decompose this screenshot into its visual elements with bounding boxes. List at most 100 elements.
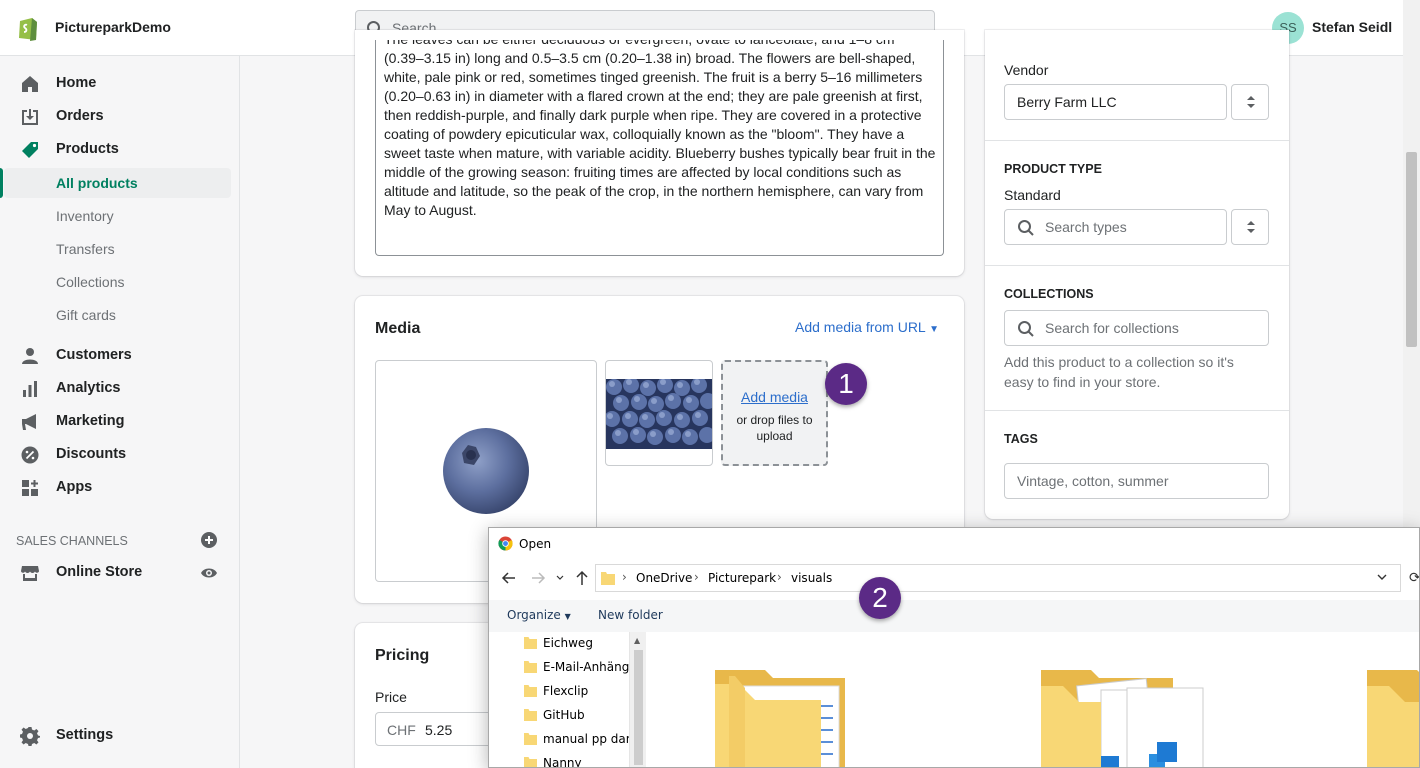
organize-label: Organize	[507, 608, 561, 622]
tag-icon	[22, 142, 38, 158]
large-folder-icon[interactable]	[715, 666, 867, 768]
folder-icon	[601, 572, 615, 585]
product-type-search-input[interactable]: Search types	[1004, 209, 1227, 245]
sidebar-item-label: Home	[56, 75, 97, 91]
vendor-select-button[interactable]	[1231, 84, 1269, 120]
forward-arrow-icon[interactable]	[529, 569, 547, 587]
divider	[985, 140, 1289, 141]
address-dropdown-icon[interactable]	[1376, 570, 1388, 584]
product-type-placeholder: Search types	[1045, 219, 1127, 235]
sidebar-subitem-all-products[interactable]: All products	[4, 168, 231, 198]
new-folder-button[interactable]: New folder	[598, 608, 663, 622]
price-value: 5.25	[425, 722, 453, 738]
sidebar-subitem-collections[interactable]: Collections	[0, 267, 232, 297]
add-media-link[interactable]: Add media	[723, 389, 826, 405]
divider	[985, 410, 1289, 411]
collections-help-text: Add this product to a collection so it's…	[1004, 354, 1234, 390]
folder-icon	[524, 709, 537, 721]
step-badge-2: 2	[859, 577, 901, 619]
vendor-input[interactable]: Berry Farm LLC	[1004, 84, 1227, 120]
breadcrumb-onedrive[interactable]: OneDrive	[636, 571, 692, 585]
sidebar-item-label: Settings	[56, 727, 114, 743]
blueberries-thumbnail-image	[606, 379, 712, 449]
megaphone-icon	[22, 414, 36, 430]
orders-icon	[22, 109, 38, 125]
home-icon	[22, 76, 38, 92]
breadcrumb-picturepark[interactable]: Picturepark	[708, 571, 776, 585]
shopify-logo-icon[interactable]	[16, 14, 40, 42]
scrollbar-thumb[interactable]	[1406, 152, 1417, 347]
product-type-heading: PRODUCT TYPE	[1004, 162, 1102, 176]
sidebar-item-label: Customers	[56, 347, 132, 363]
up-arrow-icon[interactable]	[573, 569, 591, 587]
store-name[interactable]: PictureparkDemo	[55, 19, 171, 35]
sidebar-subitem-label: Inventory	[56, 208, 114, 224]
tree-scrollbar[interactable]: ▲	[629, 632, 646, 767]
media-dropzone[interactable]: Add media or drop files to upload	[721, 360, 828, 466]
sidebar-item-customers[interactable]: Customers	[0, 341, 232, 371]
dialog-toolbar: Organize ▼ New folder	[489, 600, 1419, 632]
user-name[interactable]: Stefan Seidl	[1312, 19, 1392, 35]
tree-folder-label: Flexclip	[543, 684, 589, 698]
large-folder-icon[interactable]	[1041, 666, 1206, 768]
organize-button[interactable]: Organize ▼	[507, 608, 571, 622]
product-type-select-button[interactable]	[1231, 209, 1269, 245]
sidebar-item-home[interactable]: Home	[0, 69, 232, 99]
description-text: The leaves can be either deciduous or ev…	[384, 40, 936, 218]
address-bar[interactable]: › OneDrive › Picturepark › visuals	[595, 564, 1401, 592]
sidebar-item-discounts[interactable]: Discounts	[0, 440, 232, 470]
sidebar-item-online-store[interactable]: Online Store	[0, 558, 232, 588]
tags-input[interactable]: Vintage, cotton, summer	[1004, 463, 1269, 499]
sidebar-item-orders[interactable]: Orders	[0, 102, 232, 132]
sidebar-item-label: Discounts	[56, 446, 127, 462]
breadcrumb-visuals[interactable]: visuals	[791, 571, 832, 585]
collections-heading: COLLECTIONS	[1004, 287, 1094, 301]
sidebar-item-label: Orders	[56, 108, 104, 124]
folder-icon	[524, 757, 537, 767]
sidebar-subitem-inventory[interactable]: Inventory	[0, 201, 232, 231]
tree-folder-label: GitHub	[543, 708, 585, 722]
currency-prefix: CHF	[387, 722, 416, 738]
sidebar-item-products[interactable]: Products	[0, 135, 232, 165]
scrollbar-thumb[interactable]	[634, 650, 643, 765]
tags-placeholder: Vintage, cotton, summer	[1017, 473, 1169, 489]
tree-folder-label: Eichweg	[543, 636, 593, 650]
recent-locations-chevron-icon[interactable]	[555, 569, 565, 587]
media-thumbnail[interactable]	[605, 360, 713, 466]
add-channel-icon[interactable]	[200, 531, 218, 549]
chevron-right-icon: ›	[694, 570, 699, 584]
folder-icon	[524, 661, 537, 673]
sidebar-subitem-label: Collections	[56, 274, 125, 290]
sidebar-item-label: Marketing	[56, 413, 125, 429]
caret-down-icon: ▼	[564, 612, 571, 621]
tree-folder-label: E-Mail-Anhänge	[543, 660, 637, 674]
refresh-icon[interactable]: ⟳	[1409, 570, 1419, 586]
sidebar-subitem-transfers[interactable]: Transfers	[0, 234, 232, 264]
product-type-value: Standard	[1004, 187, 1061, 203]
scroll-up-arrow-icon[interactable]: ▲	[634, 636, 640, 645]
apps-icon	[22, 480, 38, 496]
step-badge-1: 1	[825, 363, 867, 405]
sidebar-subitem-gift-cards[interactable]: Gift cards	[0, 300, 232, 330]
sidebar-subitem-label: Gift cards	[56, 307, 116, 323]
collections-search-input[interactable]: Search for collections	[1004, 310, 1269, 346]
sidebar-item-apps[interactable]: Apps	[0, 473, 232, 503]
chevron-right-icon: ›	[777, 570, 782, 584]
caret-down-icon: ▼	[929, 324, 939, 335]
vendor-value: Berry Farm LLC	[1017, 94, 1117, 110]
sidebar-item-marketing[interactable]: Marketing	[0, 407, 232, 437]
sidebar-item-settings[interactable]: Settings	[0, 721, 232, 751]
large-folder-icon[interactable]	[1367, 666, 1420, 768]
divider	[985, 265, 1289, 266]
tree-folder-label: Nanny	[543, 756, 582, 768]
sidebar-item-analytics[interactable]: Analytics	[0, 374, 232, 404]
back-arrow-icon[interactable]	[500, 569, 518, 587]
bar-chart-icon	[23, 381, 37, 397]
person-icon	[22, 348, 38, 364]
eye-icon[interactable]	[200, 564, 218, 582]
pricing-title: Pricing	[375, 647, 430, 664]
add-media-from-url-link[interactable]: Add media from URL ▼	[795, 319, 939, 335]
description-editor[interactable]: The leaves can be either deciduous or ev…	[375, 40, 944, 256]
sidebar-item-label: Online Store	[56, 564, 143, 580]
folder-icon	[524, 637, 537, 649]
